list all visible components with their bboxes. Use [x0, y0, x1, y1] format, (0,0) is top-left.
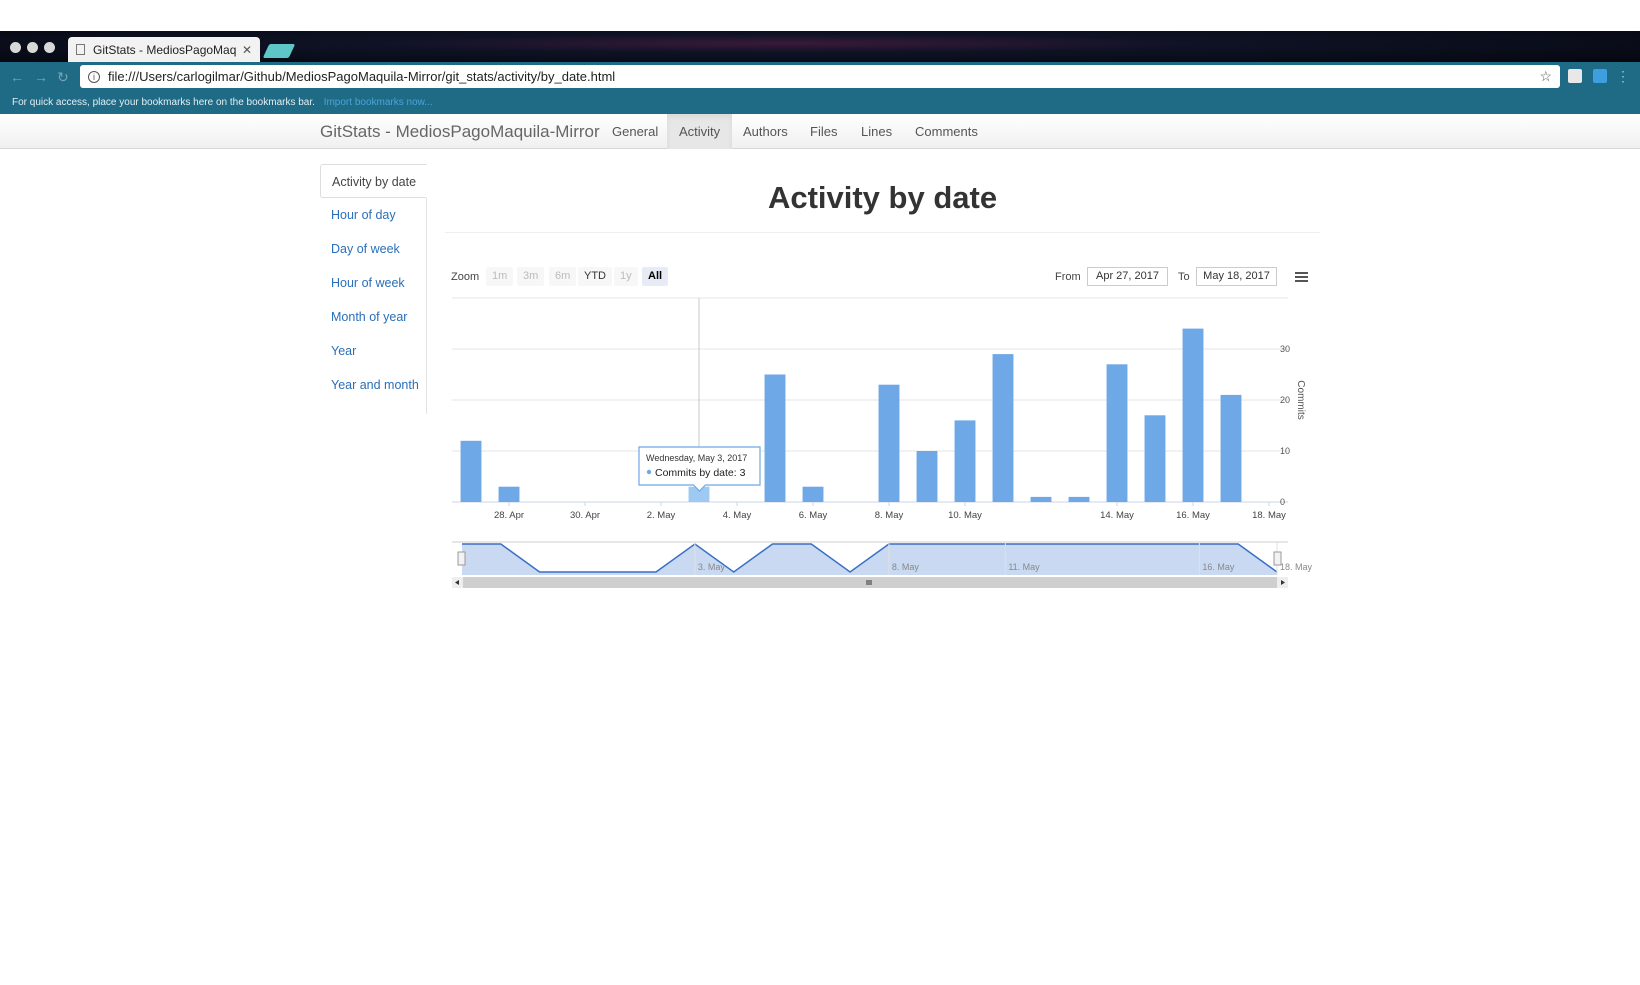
navigator-right-handle[interactable]	[1273, 551, 1282, 566]
y-tick-label: 30	[1280, 344, 1290, 354]
y-tick-label: 20	[1280, 395, 1290, 405]
x-tick-label: 4. May	[723, 510, 752, 521]
x-tick-label: 14. May	[1100, 510, 1134, 521]
chart-bar[interactable]	[954, 420, 976, 502]
x-tick-label: 18. May	[1252, 510, 1286, 521]
tooltip-series-dot	[646, 469, 652, 475]
chart-bar[interactable]	[1106, 364, 1128, 502]
tooltip-series-text: Commits by date: 3	[655, 467, 746, 479]
x-tick-label: 10. May	[948, 510, 982, 521]
chart-bar[interactable]	[764, 374, 786, 503]
chart-bar[interactable]	[498, 486, 520, 502]
y-tick-label: 10	[1280, 446, 1290, 456]
navigator-left-handle[interactable]	[457, 551, 466, 566]
navigator-tick-label: 18. May	[1280, 562, 1313, 572]
chart-bar[interactable]	[802, 486, 824, 502]
y-axis-label: Commits	[1295, 380, 1306, 419]
chart-bar[interactable]	[992, 354, 1014, 502]
navigator-tick-label: 16. May	[1202, 562, 1235, 572]
navigator-area	[462, 544, 1277, 575]
x-tick-label: 2. May	[647, 510, 676, 521]
y-tick-label: 0	[1280, 497, 1285, 507]
chart-bar[interactable]	[1182, 328, 1204, 502]
chart-bar[interactable]	[1030, 496, 1052, 502]
navigator-tick-label: 3. May	[698, 562, 726, 572]
x-tick-label: 8. May	[875, 510, 904, 521]
navigator-tick-label: 8. May	[892, 562, 920, 572]
chart-bar[interactable]	[916, 451, 938, 502]
chart-bar[interactable]	[1144, 415, 1166, 502]
chart-bar[interactable]	[1068, 496, 1090, 502]
chart-bar[interactable]	[878, 384, 900, 502]
x-tick-label: 6. May	[799, 510, 828, 521]
navigator-scrollbar[interactable]	[452, 577, 1288, 588]
activity-chart: 0 10 20 30 Commits 28. Apr 30. Apr 2. May 4. May…	[452, 297, 1313, 588]
x-tick-label: 30. Apr	[570, 510, 600, 521]
navigator-tick-label: 11. May	[1008, 562, 1040, 572]
x-tick-label: 28. Apr	[494, 510, 524, 521]
tooltip-date: Wednesday, May 3, 2017	[646, 453, 747, 463]
chart-bar[interactable]	[460, 440, 482, 502]
chart-bar[interactable]	[1220, 394, 1242, 502]
x-tick-label: 16. May	[1176, 510, 1210, 521]
